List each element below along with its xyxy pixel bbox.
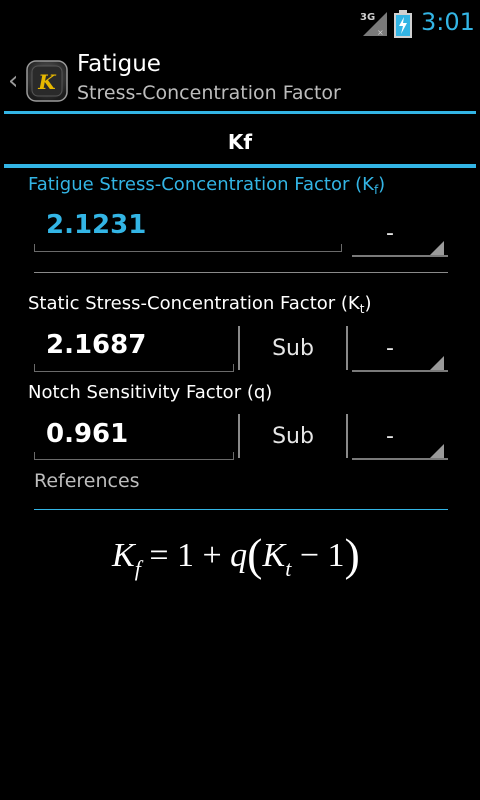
- section-divider: [34, 272, 448, 273]
- static-sub-button[interactable]: Sub: [248, 336, 338, 361]
- fatigue-unit-spinner[interactable]: -: [352, 217, 448, 257]
- formula: Kf = 1 + q(Kt − 1): [112, 529, 360, 581]
- screen: 3G × 3:01 ‹ K Fatigue Stress-Concentrati…: [0, 0, 480, 800]
- static-factor-label: Static Stress-Concentration Factor (Kt): [28, 293, 372, 316]
- vertical-divider: [346, 326, 348, 370]
- vertical-divider: [346, 414, 348, 458]
- tab-label: Kf: [227, 130, 253, 154]
- references-header: References: [34, 470, 140, 492]
- static-factor-field: [34, 364, 234, 372]
- notch-factor-field: [34, 452, 234, 460]
- action-bar[interactable]: ‹ K Fatigue Stress-Concentration Factor: [0, 50, 480, 112]
- clock: 3:01: [421, 8, 475, 36]
- spinner-arrow-icon: [430, 356, 444, 370]
- notch-sub-button[interactable]: Sub: [248, 424, 338, 449]
- app-title: Fatigue: [77, 51, 161, 77]
- fatigue-factor-field: [34, 244, 342, 252]
- references-divider: [34, 509, 448, 510]
- status-bar: 3G × 3:01: [0, 0, 480, 50]
- app-icon-letter: K: [37, 70, 57, 94]
- notch-unit-spinner[interactable]: -: [352, 420, 448, 460]
- fatigue-factor-value: 2.1231: [46, 210, 147, 240]
- app-icon[interactable]: K: [24, 58, 70, 104]
- notch-unit-value: -: [386, 424, 394, 449]
- spinner-arrow-icon: [430, 241, 444, 255]
- notch-factor-label: Notch Sensitivity Factor (q): [28, 382, 273, 403]
- app-subtitle: Stress-Concentration Factor: [77, 82, 341, 104]
- spinner-arrow-icon: [430, 444, 444, 458]
- fatigue-factor-label: Fatigue Stress-Concentration Factor (Kf): [28, 174, 386, 197]
- static-unit-value: -: [386, 336, 394, 361]
- notch-factor-input[interactable]: 0.961: [46, 419, 128, 449]
- fatigue-unit-value: -: [386, 221, 394, 246]
- tab-kf[interactable]: Kf: [4, 114, 476, 168]
- svg-text:×: ×: [377, 28, 384, 37]
- signal-icon: ×: [363, 12, 387, 37]
- battery-charging-icon: [394, 10, 412, 38]
- tab-indicator: [4, 164, 476, 168]
- static-unit-spinner[interactable]: -: [352, 332, 448, 372]
- vertical-divider: [238, 414, 240, 458]
- static-factor-input[interactable]: 2.1687: [46, 330, 146, 360]
- vertical-divider: [238, 326, 240, 370]
- chevron-left-icon[interactable]: ‹: [8, 68, 18, 94]
